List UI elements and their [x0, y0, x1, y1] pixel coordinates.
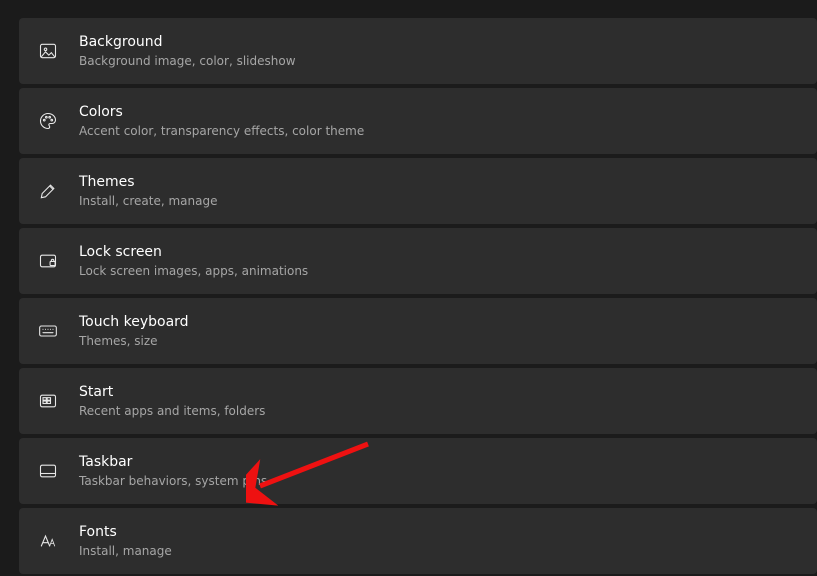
settings-item-title: Start [79, 383, 265, 401]
settings-item-title: Taskbar [79, 453, 267, 471]
palette-icon [35, 111, 61, 131]
settings-item-desc: Install, manage [79, 543, 172, 559]
settings-item-desc: Themes, size [79, 333, 189, 349]
settings-item-background[interactable]: Background Background image, color, slid… [19, 18, 817, 84]
settings-item-title: Colors [79, 103, 364, 121]
taskbar-icon [35, 461, 61, 481]
start-menu-icon [35, 391, 61, 411]
settings-item-colors[interactable]: Colors Accent color, transparency effect… [19, 88, 817, 154]
settings-item-text: Background Background image, color, slid… [79, 33, 296, 68]
settings-item-touch-keyboard[interactable]: Touch keyboard Themes, size [19, 298, 817, 364]
settings-item-title: Themes [79, 173, 217, 191]
settings-item-title: Background [79, 33, 296, 51]
image-icon [35, 41, 61, 61]
settings-item-desc: Background image, color, slideshow [79, 53, 296, 69]
settings-item-title: Fonts [79, 523, 172, 541]
brush-icon [35, 181, 61, 201]
settings-item-text: Lock screen Lock screen images, apps, an… [79, 243, 308, 278]
settings-item-taskbar[interactable]: Taskbar Taskbar behaviors, system pins [19, 438, 817, 504]
settings-item-fonts[interactable]: Fonts Install, manage [19, 508, 817, 574]
settings-item-lock-screen[interactable]: Lock screen Lock screen images, apps, an… [19, 228, 817, 294]
settings-item-text: Colors Accent color, transparency effect… [79, 103, 364, 138]
settings-item-title: Lock screen [79, 243, 308, 261]
settings-item-desc: Lock screen images, apps, animations [79, 263, 308, 279]
settings-item-start[interactable]: Start Recent apps and items, folders [19, 368, 817, 434]
settings-item-text: Themes Install, create, manage [79, 173, 217, 208]
settings-item-title: Touch keyboard [79, 313, 189, 331]
settings-item-text: Fonts Install, manage [79, 523, 172, 558]
settings-item-themes[interactable]: Themes Install, create, manage [19, 158, 817, 224]
settings-item-text: Touch keyboard Themes, size [79, 313, 189, 348]
settings-personalization-list: Background Background image, color, slid… [0, 0, 817, 574]
settings-item-desc: Recent apps and items, folders [79, 403, 265, 419]
keyboard-icon [35, 321, 61, 341]
fonts-icon [35, 531, 61, 551]
settings-item-text: Start Recent apps and items, folders [79, 383, 265, 418]
settings-item-desc: Taskbar behaviors, system pins [79, 473, 267, 489]
settings-item-text: Taskbar Taskbar behaviors, system pins [79, 453, 267, 488]
settings-item-desc: Install, create, manage [79, 193, 217, 209]
lock-screen-icon [35, 251, 61, 271]
settings-item-desc: Accent color, transparency effects, colo… [79, 123, 364, 139]
